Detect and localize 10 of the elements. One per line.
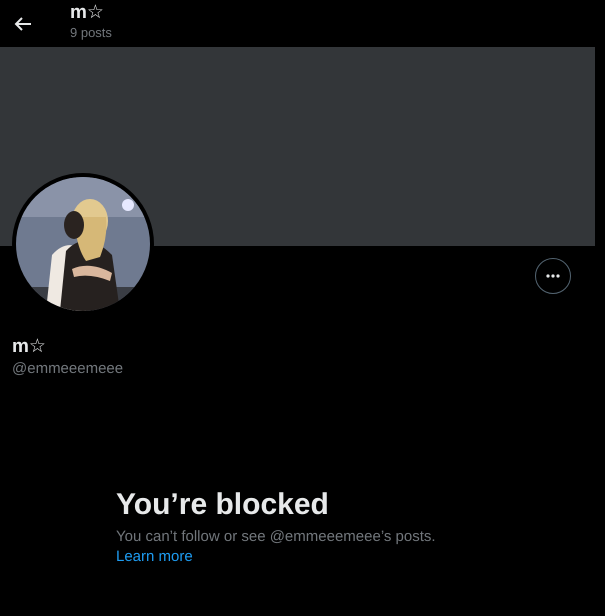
blocked-message: You can’t follow or see @emmeeemeee’s posts. [116,527,436,547]
blocked-title: You’re blocked [116,487,329,523]
profile-title: m☆ [70,0,105,24]
profile-name: m☆ [12,335,46,359]
post-count: 9 posts [70,24,112,40]
learn-more-link[interactable]: Learn more [116,547,193,567]
back-arrow-icon [14,16,32,32]
more-icon [546,274,560,278]
more-button[interactable] [535,258,571,294]
profile-handle: @emmeeemeee [12,359,124,379]
